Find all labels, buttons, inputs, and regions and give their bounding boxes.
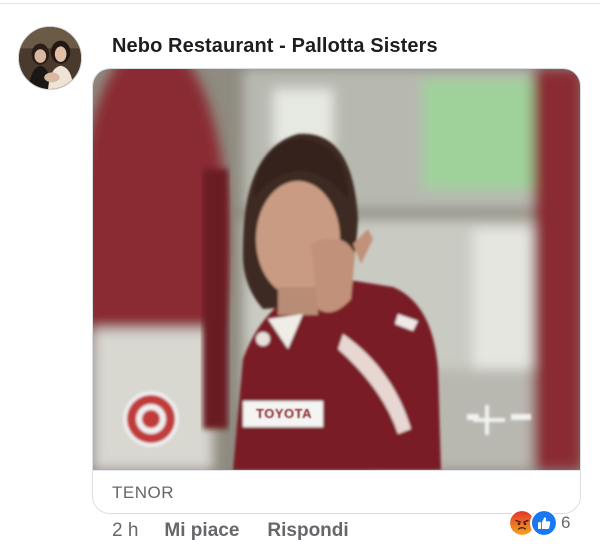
reaction-summary[interactable]: 6 bbox=[508, 508, 570, 538]
comment-author-name[interactable]: Nebo Restaurant - Pallotta Sisters bbox=[112, 35, 438, 58]
reaction-count: 6 bbox=[561, 513, 571, 532]
gif-source-label: TENOR bbox=[112, 483, 174, 502]
reply-button[interactable]: Rispondi bbox=[267, 520, 348, 542]
reaction-icons bbox=[508, 509, 558, 537]
like-reaction-icon bbox=[530, 509, 558, 537]
gif-image[interactable]: TOYOTA bbox=[93, 69, 580, 470]
like-button[interactable]: Mi piace bbox=[164, 520, 239, 542]
gif-attachment[interactable]: TOYOTA TENOR bbox=[92, 68, 581, 514]
comment-timestamp[interactable]: 2 h bbox=[112, 520, 138, 542]
jersey-sponsor-text: TOYOTA bbox=[256, 406, 312, 421]
author-avatar[interactable] bbox=[18, 26, 82, 90]
comment-actions: 2 h Mi piace Rispondi bbox=[112, 519, 377, 543]
top-divider bbox=[0, 3, 600, 4]
profile-photo-avatar bbox=[19, 27, 81, 89]
